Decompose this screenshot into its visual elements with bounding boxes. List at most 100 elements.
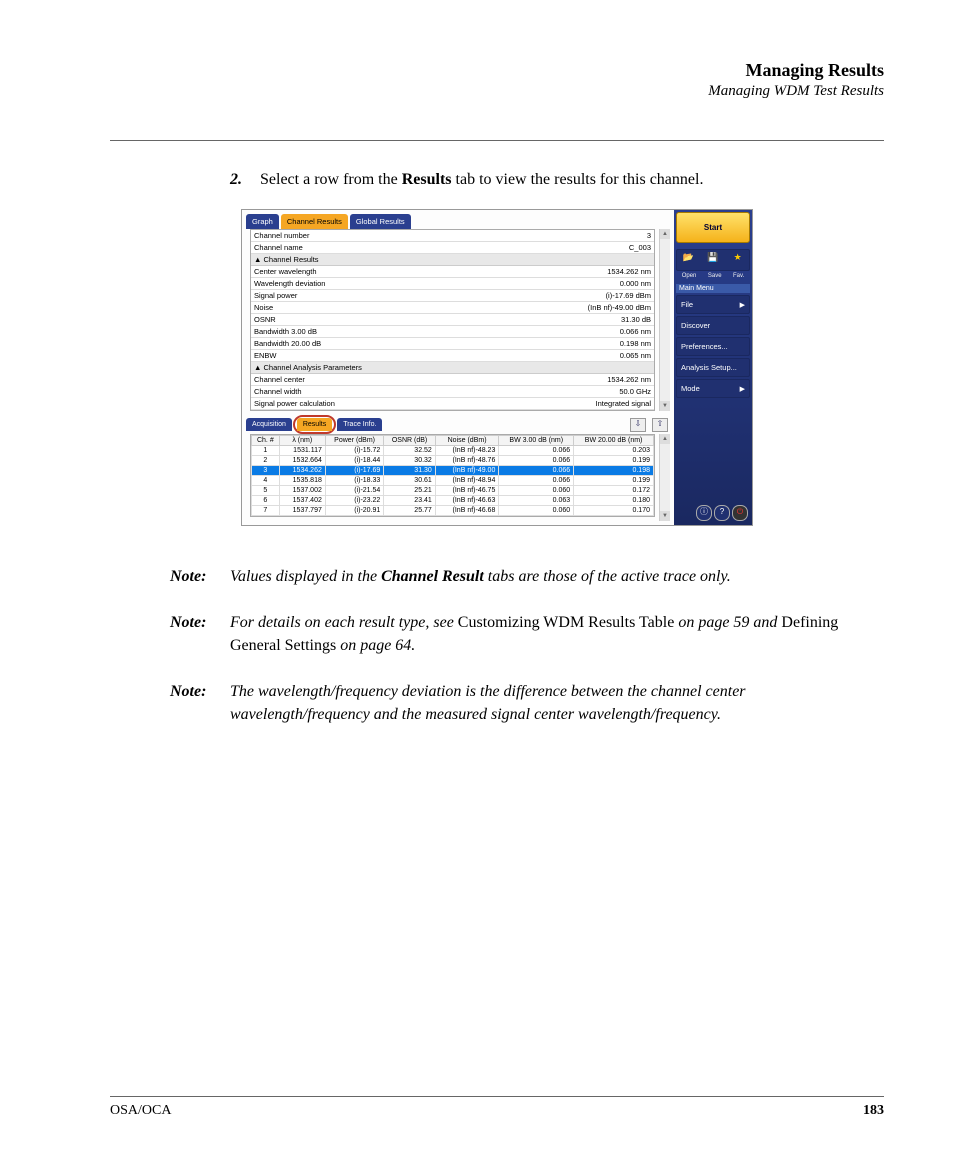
table-cell: 1537.002 [279, 486, 325, 496]
detail-label: ENBW [254, 351, 620, 360]
main-menu-title: Main Menu [676, 284, 750, 293]
menu-item-label: Discover [681, 321, 710, 330]
detail-label: Channel width [254, 387, 619, 396]
menu-item[interactable]: Preferences... [676, 337, 750, 356]
column-header[interactable]: Noise (dBm) [435, 436, 499, 446]
detail-row: Channel center1534.262 nm [251, 374, 654, 386]
column-header[interactable]: λ (nm) [279, 436, 325, 446]
tab-results[interactable]: Results [297, 418, 332, 431]
detail-row: Signal power calculationIntegrated signa… [251, 398, 654, 410]
table-cell: (InB nf)-49.00 [435, 466, 499, 476]
step-text: Select a row from the Results tab to vie… [260, 171, 884, 189]
note: Note:Values displayed in the Channel Res… [170, 566, 884, 588]
details-scrollbar[interactable]: ▲ ▼ [659, 229, 670, 411]
results-table: Ch. #λ (nm)Power (dBm)OSNR (dB)Noise (dB… [250, 434, 655, 517]
table-cell: (InB nf)-48.76 [435, 456, 499, 466]
table-cell: 0.066 [499, 476, 574, 486]
table-cell: 23.41 [384, 496, 436, 506]
section-header[interactable]: ▲ Channel Results [251, 254, 654, 266]
table-cell: 0.203 [574, 446, 654, 456]
note-label: Note: [170, 681, 230, 726]
table-cell: (i)-21.54 [325, 486, 383, 496]
power-button[interactable]: ⏻ [732, 505, 748, 521]
tab-channel-results[interactable]: Channel Results [281, 214, 348, 229]
table-scrollbar[interactable]: ▲ ▼ [659, 434, 670, 521]
detail-row: Bandwidth 3.00 dB0.066 nm [251, 326, 654, 338]
scroll-down-icon[interactable]: ▼ [660, 401, 670, 411]
note: Note:For details on each result type, se… [170, 612, 884, 657]
column-header[interactable]: Power (dBm) [325, 436, 383, 446]
lower-tabs: Acquisition Results Trace Info. ⇩ ⇧ [242, 411, 674, 434]
table-cell: 5 [252, 486, 280, 496]
tab-global-results[interactable]: Global Results [350, 214, 411, 229]
detail-row: Wavelength deviation0.000 nm [251, 278, 654, 290]
info-button[interactable]: ⓘ [696, 505, 712, 521]
table-cell: (InB nf)-48.94 [435, 476, 499, 486]
tab-trace-info[interactable]: Trace Info. [337, 418, 382, 431]
detail-value: 0.000 nm [620, 279, 651, 288]
scroll-up-icon[interactable]: ▲ [660, 229, 670, 239]
table-cell: 7 [252, 506, 280, 516]
table-cell: 25.77 [384, 506, 436, 516]
menu-item[interactable]: Analysis Setup... [676, 358, 750, 377]
detail-value: 0.066 nm [620, 327, 651, 336]
table-cell: 25.21 [384, 486, 436, 496]
menu-item[interactable]: Discover [676, 316, 750, 335]
toolbar-icons: 📂 💾 ★ [676, 249, 750, 271]
table-cell: (i)-15.72 [325, 446, 383, 456]
section-header[interactable]: ▲ Channel Analysis Parameters [251, 362, 654, 374]
detail-row: OSNR31.30 dB [251, 314, 654, 326]
table-row[interactable]: 61537.402(i)-23.2223.41(InB nf)-46.630.0… [252, 496, 654, 506]
table-row[interactable]: 11531.117(i)-15.7232.52(InB nf)-48.230.0… [252, 446, 654, 456]
detail-value: (i)-17.69 dBm [606, 291, 651, 300]
table-row[interactable]: 31534.262(i)-17.6931.30(InB nf)-49.000.0… [252, 466, 654, 476]
column-header[interactable]: BW 3.00 dB (nm) [499, 436, 574, 446]
menu-item-label: Analysis Setup... [681, 363, 737, 372]
channel-details-panel: Channel number3Channel nameC_003▲ Channe… [250, 229, 655, 411]
note-text: For details on each result type, see Cus… [230, 612, 884, 657]
footer-left: OSA/OCA [110, 1103, 171, 1119]
scroll-up-icon[interactable]: ▲ [660, 434, 670, 444]
detail-label: Bandwidth 3.00 dB [254, 327, 620, 336]
section-title: Managing WDM Test Results [110, 83, 884, 100]
table-cell: (i)-23.22 [325, 496, 383, 506]
page-header: Managing Results Managing WDM Test Resul… [110, 60, 884, 100]
table-cell: 1 [252, 446, 280, 456]
scroll-down-button[interactable]: ⇩ [630, 418, 646, 432]
menu-item[interactable]: Mode▶ [676, 379, 750, 398]
scroll-down-icon[interactable]: ▼ [660, 511, 670, 521]
table-cell: 1534.262 [279, 466, 325, 476]
detail-value: 1534.262 nm [607, 267, 651, 276]
column-header[interactable]: Ch. # [252, 436, 280, 446]
detail-value: 0.198 nm [620, 339, 651, 348]
scroll-up-button[interactable]: ⇧ [652, 418, 668, 432]
detail-value: Integrated signal [596, 399, 651, 408]
detail-value: 50.0 GHz [619, 387, 651, 396]
column-header[interactable]: OSNR (dB) [384, 436, 436, 446]
detail-value: 31.30 dB [621, 315, 651, 324]
menu-item-label: Preferences... [681, 342, 728, 351]
table-row[interactable]: 41535.818(i)-18.3330.61(InB nf)-48.940.0… [252, 476, 654, 486]
menu-item-label: File [681, 300, 693, 309]
step-text-bold: Results [402, 171, 452, 188]
tab-graph[interactable]: Graph [246, 214, 279, 229]
tab-acquisition[interactable]: Acquisition [246, 418, 292, 431]
table-row[interactable]: 71537.797(i)-20.9125.77(InB nf)-46.680.0… [252, 506, 654, 516]
table-cell: 0.180 [574, 496, 654, 506]
detail-value: 1534.262 nm [607, 375, 651, 384]
favorite-icon[interactable]: ★ [729, 252, 747, 268]
detail-label: Wavelength deviation [254, 279, 620, 288]
table-cell: (InB nf)-46.63 [435, 496, 499, 506]
table-cell: (i)-18.44 [325, 456, 383, 466]
table-row[interactable]: 21532.664(i)-18.4430.32(InB nf)-48.760.0… [252, 456, 654, 466]
column-header[interactable]: BW 20.00 dB (nm) [574, 436, 654, 446]
menu-item[interactable]: File▶ [676, 295, 750, 314]
start-button[interactable]: Start [676, 212, 750, 243]
table-cell: 0.170 [574, 506, 654, 516]
table-cell: 31.30 [384, 466, 436, 476]
note-text: Values displayed in the Channel Result t… [230, 566, 884, 588]
open-icon[interactable]: 📂 [679, 252, 697, 268]
help-button[interactable]: ? [714, 505, 730, 521]
save-icon[interactable]: 💾 [704, 252, 722, 268]
table-row[interactable]: 51537.002(i)-21.5425.21(InB nf)-46.750.0… [252, 486, 654, 496]
